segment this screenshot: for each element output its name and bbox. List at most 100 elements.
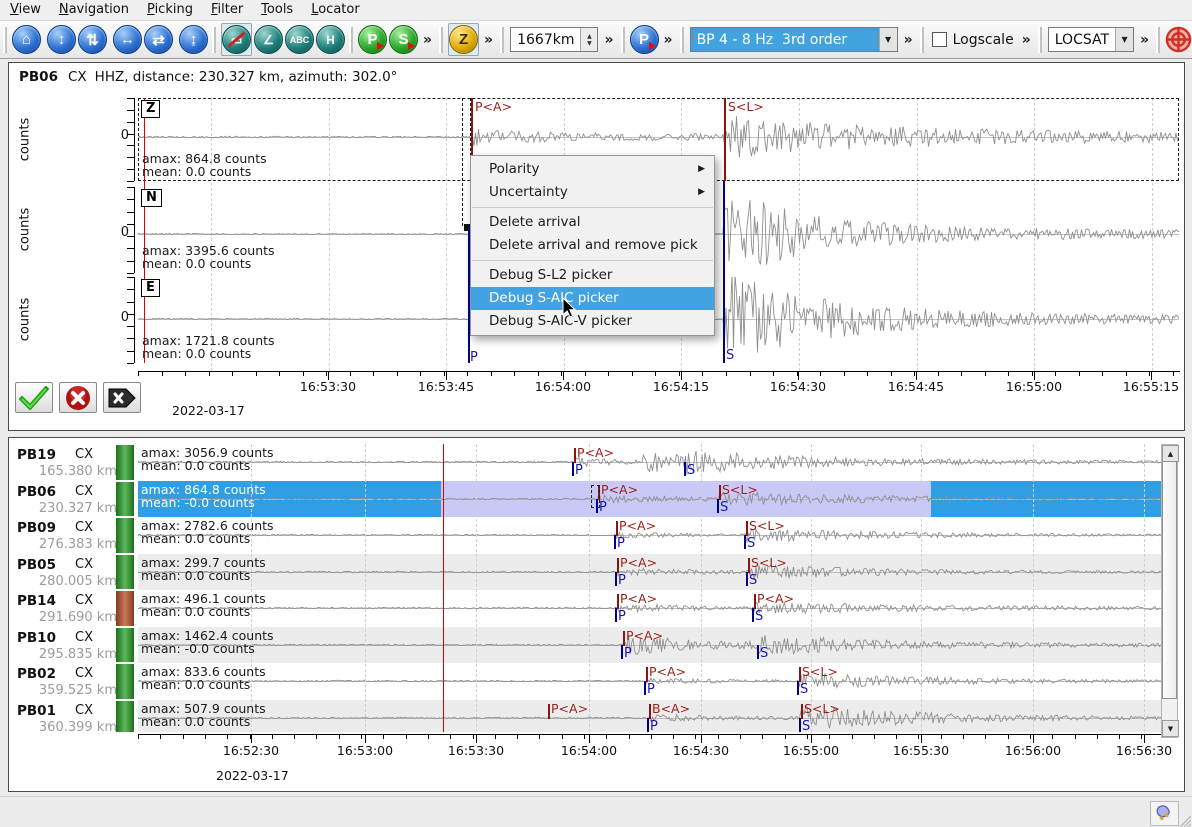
- time-zoom-in-button[interactable]: ⇄: [144, 23, 173, 56]
- amplitude-zoom-in-button[interactable]: ⇅: [78, 23, 107, 56]
- p-pick-marker[interactable]: [617, 594, 619, 609]
- home-button[interactable]: ⌂: [12, 23, 41, 56]
- connection-status[interactable]: [1150, 801, 1179, 826]
- skip-trace-button[interactable]: [103, 382, 141, 413]
- overflow-chevron[interactable]: »: [664, 32, 673, 48]
- relocate-button[interactable]: [1165, 23, 1192, 56]
- overflow-chevron[interactable]: »: [1022, 32, 1031, 48]
- arrival-line[interactable]: [752, 608, 754, 622]
- vertical-scrollbar[interactable]: ▲ ▼: [1161, 444, 1178, 738]
- s-pick-marker[interactable]: [799, 667, 801, 682]
- menu-tools[interactable]: Tools: [253, 0, 303, 20]
- menu-picking[interactable]: Picking: [139, 0, 203, 20]
- overflow-chevron[interactable]: »: [1140, 32, 1149, 48]
- p-pick-marker[interactable]: [623, 631, 625, 646]
- filter-combobox[interactable]: BP 4 - 8 Hz 3rd order ▼: [690, 27, 898, 52]
- s-arrival-line[interactable]: [723, 181, 725, 363]
- menu-filter[interactable]: Filter: [203, 0, 253, 20]
- overflow-chevron[interactable]: »: [484, 32, 493, 48]
- station-row[interactable]: PB09CX276.383 kmP<A>PS<L>Samax: 2782.6 c…: [9, 517, 1184, 554]
- station-row[interactable]: PB02CX359.525 kmP<A>PS<L>Samax: 833.6 co…: [9, 663, 1184, 700]
- spinner-arrows-icon[interactable]: ▲▼: [580, 28, 597, 51]
- angle-tool-button[interactable]: ∠: [254, 23, 283, 56]
- toolbar-handle[interactable]: [680, 27, 684, 53]
- s-pick-marker[interactable]: [748, 558, 750, 573]
- trace-area[interactable]: P<A>PS<L>Samax: 864.8 countsmean: -0.0 c…: [138, 481, 1161, 518]
- s-pick-marker[interactable]: [801, 704, 803, 719]
- context-menu-item-delete-arrival-and-remove-pick[interactable]: Delete arrival and remove pick: [471, 234, 714, 257]
- trace-area[interactable]: P<A>PS<L>Samax: 833.6 countsmean: 0.0 co…: [138, 663, 1161, 700]
- context-menu-item-delete-arrival[interactable]: Delete arrival: [471, 211, 714, 234]
- toolbar-handle[interactable]: [621, 27, 625, 53]
- logscale-checkbox[interactable]: Logscale: [932, 32, 1014, 48]
- station-row[interactable]: PB05CX280.005 kmP<A>PS<L>Samax: 299.7 co…: [9, 554, 1184, 591]
- arrival-line[interactable]: [746, 572, 748, 586]
- p-pick-marker[interactable]: [574, 448, 576, 463]
- station-row[interactable]: PB10CX295.835 kmP<A>PSamax: 1462.4 count…: [9, 627, 1184, 664]
- toolbar-handle[interactable]: [439, 27, 443, 53]
- arrival-line[interactable]: [757, 645, 759, 659]
- trace-area[interactable]: P<A>B<A>PS<L>Samax: 507.9 countsmean: 0.…: [138, 700, 1161, 733]
- scroll-down-button[interactable]: ▼: [1162, 720, 1179, 737]
- trace-area[interactable]: P<A>PSamax: 1462.4 countsmean: -0.0 coun…: [138, 627, 1161, 664]
- scroll-up-button[interactable]: ▲: [1162, 445, 1179, 462]
- trace-area[interactable]: P<A>PS<L>Samax: 299.7 countsmean: 0.0 co…: [138, 554, 1161, 591]
- checkbox-icon[interactable]: [932, 32, 947, 47]
- context-menu-item-debug-s-aic-picker[interactable]: Debug S-AIC picker: [471, 287, 714, 310]
- time-zoom-out-button[interactable]: ↔: [113, 23, 142, 56]
- arrival-line[interactable]: [717, 499, 719, 513]
- arrival-line[interactable]: [644, 681, 646, 695]
- arrival-line[interactable]: [647, 718, 649, 732]
- p-pick-marker[interactable]: [548, 704, 550, 719]
- toolbar-handle[interactable]: [349, 27, 353, 53]
- toolbar-handle[interactable]: [920, 27, 924, 53]
- resize-grip[interactable]: [1177, 813, 1191, 827]
- toolbar-handle[interactable]: [500, 27, 504, 53]
- scrollbar-thumb[interactable]: [1162, 461, 1177, 699]
- arrival-line[interactable]: [614, 535, 616, 549]
- p-pick-marker[interactable]: [649, 704, 651, 719]
- s-pick-marker[interactable]: [724, 98, 726, 181]
- amplitude-zoom-out-button[interactable]: ↕: [47, 23, 76, 56]
- align-phase-button[interactable]: H: [316, 23, 345, 56]
- locator-combobox[interactable]: LOCSAT ▼: [1048, 27, 1134, 52]
- toolbar-handle[interactable]: [3, 27, 7, 53]
- station-row[interactable]: PB01CX360.399 kmP<A>B<A>PS<L>Samax: 507.…: [9, 700, 1184, 733]
- p-pick-marker[interactable]: [616, 521, 618, 536]
- menu-view[interactable]: View: [2, 0, 51, 20]
- s-pick-marker[interactable]: [754, 594, 756, 609]
- overflow-chevron[interactable]: »: [423, 32, 432, 48]
- s-pick-marker[interactable]: [746, 521, 748, 536]
- pick-s-button[interactable]: S: [389, 23, 418, 56]
- arrival-line[interactable]: [684, 462, 686, 476]
- toolbar-handle[interactable]: [1156, 27, 1160, 53]
- annotate-tool-button[interactable]: ABC: [285, 23, 314, 56]
- menu-locator[interactable]: Locator: [303, 0, 369, 20]
- station-rows[interactable]: PB19CX165.380 kmP<A>PSamax: 3056.9 count…: [9, 444, 1184, 732]
- arrival-line[interactable]: [797, 681, 799, 695]
- trace-area[interactable]: P<A>PS<L>Samax: 2782.6 countsmean: 0.0 c…: [138, 517, 1161, 554]
- context-menu-item-debug-s-aic-v-picker[interactable]: Debug S-AIC-V picker: [471, 310, 714, 333]
- context-menu-item-debug-s-l2-picker[interactable]: Debug S-L2 picker: [471, 264, 714, 287]
- arrival-line[interactable]: [572, 462, 574, 476]
- confirm-pick-button[interactable]: [15, 382, 53, 413]
- pv-phase-button[interactable]: P: [630, 23, 659, 56]
- overflow-chevron[interactable]: »: [604, 32, 613, 48]
- s-pick-marker[interactable]: [719, 485, 721, 500]
- station-row[interactable]: PB14CX291.690 kmP<A>PP<A>Samax: 496.1 co…: [9, 590, 1184, 627]
- station-row[interactable]: PB06CX230.327 kmP<A>PS<L>Samax: 864.8 co…: [9, 481, 1184, 518]
- measure-tool-button[interactable]: ▭: [221, 23, 252, 56]
- distance-spinbox[interactable]: 1667km ▲▼: [510, 27, 598, 52]
- trace-area[interactable]: P<A>PSamax: 3056.9 countsmean: 0.0 count…: [138, 444, 1161, 481]
- p-pick-marker[interactable]: [646, 667, 648, 682]
- trace-area[interactable]: P<A>PP<A>Samax: 496.1 countsmean: 0.0 co…: [138, 590, 1161, 627]
- toolbar-handle[interactable]: [212, 27, 216, 53]
- overflow-chevron[interactable]: »: [904, 32, 913, 48]
- component-z-button[interactable]: Z: [448, 23, 479, 56]
- menu-navigation[interactable]: Navigation: [51, 0, 139, 20]
- chevron-down-icon[interactable]: ▼: [1115, 28, 1133, 51]
- context-menu-item-polarity[interactable]: Polarity▶: [471, 158, 714, 181]
- arrival-line[interactable]: [615, 572, 617, 586]
- station-row[interactable]: PB19CX165.380 kmP<A>PSamax: 3056.9 count…: [9, 444, 1184, 481]
- amplitude-reset-button[interactable]: ↨: [179, 23, 208, 56]
